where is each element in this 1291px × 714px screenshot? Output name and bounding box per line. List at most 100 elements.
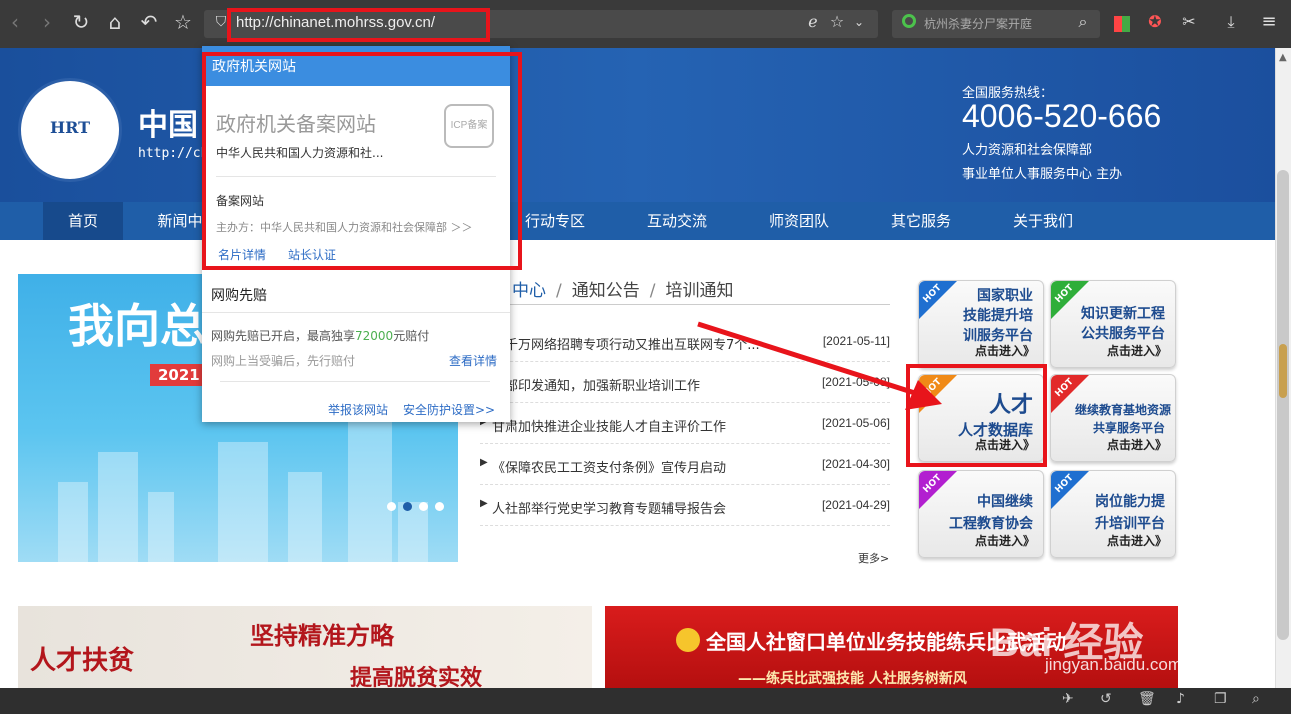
shield-icon[interactable]: ⛉: [208, 10, 234, 34]
popup-host[interactable]: 主办方：中华人民共和国人力资源和社会保障部 ＞＞: [216, 219, 473, 235]
popup-claim-text: 网购先赔已开启，最高独享72000元赔付: [211, 329, 430, 343]
forward-icon[interactable]: ›: [34, 10, 60, 34]
security-settings-link[interactable]: 安全防护设置>>: [403, 401, 495, 418]
carousel-dot-active[interactable]: [403, 502, 412, 511]
banner-year: 2021: [150, 364, 208, 386]
carousel-dot[interactable]: [435, 502, 444, 511]
tab-notices[interactable]: 通知公告: [572, 281, 640, 301]
search-icon[interactable]: ⌕: [1070, 10, 1096, 34]
popup-section-title: 网购先赔: [211, 288, 267, 304]
tile-label: 公共服务平台: [1081, 326, 1165, 342]
popup-divider: [216, 176, 496, 177]
tile-label: 继续教育基地资源: [1074, 403, 1171, 417]
nav-interaction[interactable]: 互动交流: [634, 202, 720, 240]
history-icon[interactable]: ↺: [1100, 691, 1112, 707]
news-row[interactable]: ▶ 人社部举行党史学习教育专题辅导报告会 [2021-04-29]: [480, 486, 890, 526]
apps-grid-icon[interactable]: [1114, 16, 1130, 32]
zoom-icon[interactable]: ⌕: [1252, 691, 1260, 707]
favorite-star-icon[interactable]: ☆: [170, 10, 196, 34]
view-detail-link[interactable]: 查看详情: [449, 352, 497, 369]
hotline-host: 事业单位人事服务中心 主办: [962, 167, 1123, 182]
tile-enter: 点击进入》: [1106, 534, 1167, 548]
tile-enter: 点击进入》: [1106, 438, 1167, 452]
carousel-dot[interactable]: [387, 502, 396, 511]
nav-about[interactable]: 关于我们: [1000, 202, 1086, 240]
undo-icon[interactable]: ↶: [136, 10, 162, 34]
icp-seal-icon: ICP备案: [444, 104, 494, 148]
search-input[interactable]: 杭州杀妻分尸案开庭: [924, 15, 1032, 32]
site-name: 中国: [138, 108, 198, 143]
popup-divider: [202, 312, 510, 313]
tile-enter: 点击进入》: [1106, 344, 1167, 358]
back-icon[interactable]: ‹: [2, 10, 28, 34]
scrollbar-grip[interactable]: [1279, 344, 1287, 398]
menu-icon[interactable]: ≡: [1256, 10, 1282, 34]
report-site-link[interactable]: 举报该网站: [328, 401, 388, 418]
home-icon[interactable]: ⌂: [102, 10, 128, 34]
tile-label: 工程教育协会: [949, 516, 1033, 532]
carousel-dot[interactable]: [419, 502, 428, 511]
download-icon[interactable]: ⤓: [1218, 10, 1244, 34]
tab-news-center[interactable]: 中心: [512, 281, 546, 301]
popup-type: 备案网站: [216, 194, 265, 208]
news-date: [2021-04-29]: [821, 498, 890, 512]
game-icon[interactable]: ✪: [1142, 10, 1168, 34]
tile-enter: 点击进入》: [974, 534, 1035, 548]
nav-home[interactable]: 首页: [43, 202, 123, 240]
bullet-icon: ▶: [480, 457, 488, 468]
hotline-dept: 人力资源和社会保障部: [962, 143, 1093, 158]
tile-label: 中国继续: [977, 494, 1033, 510]
news-title[interactable]: 人社部举行党史学习教育专题辅导报告会: [492, 498, 802, 517]
browser-statusbar: [0, 688, 1291, 714]
trash-icon[interactable]: 🗑: [1138, 691, 1156, 707]
tile-engineering-education-assoc[interactable]: HOT 中国继续 工程教育协会 点击进入》: [918, 470, 1044, 558]
hotline-number: 4006-520-666: [962, 98, 1162, 134]
tile-label: 升培训平台: [1095, 516, 1165, 532]
scrollbar-thumb[interactable]: [1277, 170, 1289, 640]
news-title[interactable]: 《保障农民工工资支付条例》宣传月启动: [492, 457, 802, 476]
url-text[interactable]: http://chinanet.mohrss.gov.cn/: [236, 14, 435, 31]
tile-continuing-education-base[interactable]: HOT 继续教育基地资源 共享服务平台 点击进入》: [1050, 374, 1176, 462]
card-detail-link[interactable]: 名片详情: [218, 246, 266, 263]
tile-enter: 点击进入》: [974, 344, 1035, 358]
popup-divider: [220, 381, 490, 382]
nav-teachers[interactable]: 师资团队: [756, 202, 842, 240]
scissors-icon[interactable]: ✂: [1176, 10, 1202, 34]
tile-job-ability-training[interactable]: HOT 岗位能力提 升培训平台 点击进入》: [1050, 470, 1176, 558]
sound-icon[interactable]: ♪: [1176, 691, 1185, 707]
tile-label: 知识更新工程: [1081, 306, 1165, 322]
nav-other-services[interactable]: 其它服务: [878, 202, 964, 240]
bottom-left-slogan: 人才扶贫: [30, 646, 135, 676]
news-divider: [480, 304, 890, 305]
popup-claim-sub: 网购上当受骗后，先行赔付: [211, 354, 356, 368]
bottom-left-title: 坚持精准方略: [250, 621, 394, 650]
banner-title: 我向总: [68, 299, 206, 353]
ie-compat-icon[interactable]: ℯ: [800, 10, 826, 34]
party-emblem-icon: [676, 628, 700, 652]
chevron-down-icon[interactable]: ⌄: [846, 10, 872, 34]
bullet-icon: ▶: [480, 498, 488, 509]
news-more-link[interactable]: 更多>: [858, 550, 889, 566]
tile-label: 国家职业: [977, 288, 1033, 304]
logo-letters: HRT: [49, 118, 91, 137]
bottom-right-subtitle: ——练兵比武强技能 人社服务树新风: [738, 671, 967, 687]
popup-org: 中华人民共和国人力资源和社...: [216, 146, 384, 160]
news-date: [2021-04-30]: [821, 457, 890, 471]
search-engine-icon: [902, 14, 916, 28]
news-tabs: 中心 / 通知公告 / 培训通知: [512, 281, 734, 301]
webmaster-verify-link[interactable]: 站长认证: [288, 246, 336, 263]
red-arrow-icon: [697, 321, 942, 410]
tile-label: 岗位能力提: [1095, 494, 1165, 510]
tile-enter: 点击进入》: [974, 438, 1035, 452]
news-row[interactable]: ▶ 《保障农民工工资支付条例》宣传月启动 [2021-04-30]: [480, 445, 890, 485]
window-icon[interactable]: ❐: [1214, 691, 1227, 707]
refresh-icon[interactable]: ↻: [68, 10, 94, 34]
tab-training[interactable]: 培训通知: [665, 281, 733, 301]
tile-label: 共享服务平台: [1092, 421, 1165, 435]
scroll-up-icon[interactable]: ▲: [1279, 52, 1287, 63]
tile-knowledge-update[interactable]: HOT 知识更新工程 公共服务平台 点击进入》: [1050, 280, 1176, 368]
popup-cert-title: 政府机关备案网站: [216, 112, 376, 136]
nav-action-zone[interactable]: 行动专区: [512, 202, 598, 240]
popup-header-text: 政府机关网站: [212, 59, 296, 75]
rocket-icon[interactable]: ✈: [1062, 691, 1074, 707]
